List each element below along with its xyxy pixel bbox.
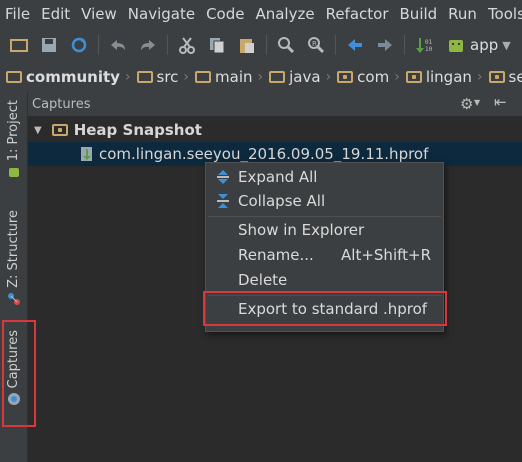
menu-run[interactable]: Run <box>448 5 477 23</box>
sync-icon[interactable] <box>68 34 90 56</box>
breadcrumb-community[interactable]: community <box>6 68 120 86</box>
make-project-icon[interactable]: 01 10 <box>413 34 435 56</box>
tab-project[interactable]: 1: Project <box>0 100 27 179</box>
folder-icon <box>195 71 212 83</box>
package-icon <box>405 71 422 83</box>
breadcrumb-main[interactable]: main <box>195 68 253 86</box>
toolbar-separator <box>335 35 336 55</box>
menu-item-collapse-all[interactable]: Collapse All <box>206 189 443 213</box>
chevron-right-icon: › <box>183 69 190 85</box>
copy-icon[interactable] <box>206 34 228 56</box>
save-icon[interactable] <box>38 34 60 56</box>
menu-item-expand-all[interactable]: Expand All <box>206 165 443 189</box>
cut-icon[interactable] <box>176 34 198 56</box>
expanded-arrow-icon[interactable]: ▼ <box>34 125 42 136</box>
menu-code[interactable]: Code <box>206 5 244 23</box>
tree-group-heap-snapshot[interactable]: ▼ Heap Snapshot <box>28 118 202 142</box>
breadcrumb-src[interactable]: src <box>136 68 178 86</box>
run-config-select[interactable]: app ▼ <box>446 33 511 57</box>
redo-icon[interactable] <box>137 34 159 56</box>
menu-refactor[interactable]: Refactor <box>326 5 389 23</box>
chevron-down-icon: ▼ <box>502 38 511 52</box>
export-item-highlight <box>203 291 447 326</box>
tree-group-label: Heap Snapshot <box>73 121 202 139</box>
menu-analyze[interactable]: Analyze <box>255 5 314 23</box>
chevron-right-icon: › <box>257 69 264 85</box>
menu-item-delete[interactable]: Delete <box>206 268 443 292</box>
menu-item-show-in-explorer[interactable]: Show in Explorer <box>206 218 443 242</box>
open-folder-icon[interactable] <box>8 34 30 56</box>
hide-panel-icon[interactable]: ⇤ <box>494 93 507 111</box>
menu-separator <box>208 216 441 217</box>
chevron-right-icon: › <box>124 69 131 85</box>
forward-arrow-icon[interactable] <box>374 34 396 56</box>
menu-item-rename[interactable]: Rename... Alt+Shift+R <box>206 243 443 267</box>
menu-file[interactable]: File <box>5 5 30 23</box>
chevron-right-icon: › <box>325 69 332 85</box>
undo-icon[interactable] <box>107 34 129 56</box>
folder-icon <box>136 71 153 83</box>
chevron-down-icon[interactable]: ▼ <box>474 98 480 107</box>
collapse-all-icon <box>217 194 229 208</box>
breadcrumb: community › src › main › java › com › li… <box>0 62 522 93</box>
toolbar-separator <box>98 35 99 55</box>
expand-all-icon <box>217 170 229 184</box>
hprof-file-icon <box>81 147 92 161</box>
tab-project-label: 1: Project <box>6 100 21 162</box>
tab-structure[interactable]: Z: Structure <box>0 210 27 306</box>
breadcrumb-lingan[interactable]: lingan <box>405 68 472 86</box>
captures-panel-header: Captures ⚙ ▼ ⇤ <box>28 92 522 116</box>
android-icon <box>449 40 463 52</box>
run-config-label: app <box>470 36 499 54</box>
breadcrumb-java[interactable]: java <box>269 68 321 86</box>
chevron-right-icon: › <box>394 69 400 85</box>
captures-tab-highlight <box>2 320 36 427</box>
package-icon <box>337 71 354 83</box>
gear-icon[interactable]: ⚙ <box>460 95 473 113</box>
svg-text:10: 10 <box>425 46 433 53</box>
folder-icon <box>51 124 68 136</box>
breadcrumb-com[interactable]: com <box>337 68 389 86</box>
structure-icon <box>7 292 20 305</box>
toolbar: R 01 10 <box>0 28 522 62</box>
folder-icon <box>6 71 22 83</box>
menu-edit[interactable]: Edit <box>41 5 70 23</box>
svg-text:R: R <box>312 40 317 48</box>
menu-tools[interactable]: Tools <box>488 5 522 23</box>
back-arrow-icon[interactable] <box>344 34 366 56</box>
breadcrumb-se[interactable]: se <box>488 68 522 86</box>
toolbar-separator <box>266 35 267 55</box>
toolbar-separator <box>404 35 405 55</box>
paste-icon[interactable] <box>236 34 258 56</box>
tree-item-label: com.lingan.seeyou_2016.09.05_19.11.hprof <box>99 145 429 163</box>
menu-bar: File Edit View Navigate Code Analyze Ref… <box>0 0 522 28</box>
chevron-right-icon: › <box>476 69 483 85</box>
package-icon <box>488 71 505 83</box>
toolbar-separator <box>167 35 168 55</box>
rename-shortcut: Alt+Shift+R <box>341 246 431 264</box>
android-icon <box>8 168 19 178</box>
find-icon[interactable] <box>275 34 297 56</box>
menu-build[interactable]: Build <box>400 5 438 23</box>
tab-structure-label: Z: Structure <box>6 210 21 288</box>
menu-view[interactable]: View <box>81 5 117 23</box>
panel-title: Captures <box>32 96 91 112</box>
svg-text:01: 01 <box>425 39 433 46</box>
folder-icon <box>269 71 286 83</box>
replace-icon[interactable]: R <box>305 34 327 56</box>
menu-navigate[interactable]: Navigate <box>128 5 195 23</box>
